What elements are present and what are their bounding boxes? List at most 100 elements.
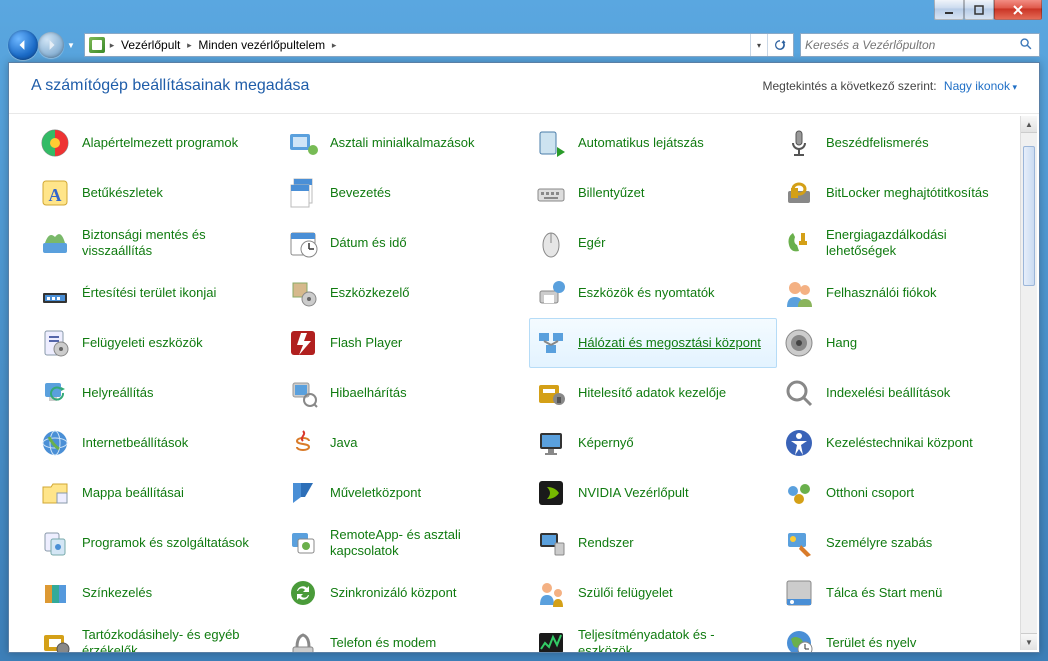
cpl-item-performance[interactable]: Teljesítményadatok és -eszközök (529, 618, 777, 652)
cpl-item-label: Indexelési beállítások (826, 385, 950, 401)
minimize-button[interactable] (934, 0, 964, 20)
cpl-item-gadgets[interactable]: Asztali minialkalmazások (281, 118, 529, 168)
nvidia-icon (534, 476, 568, 510)
cpl-item-sync[interactable]: Szinkronizáló központ (281, 568, 529, 618)
breadcrumb-sep[interactable]: ▸ (107, 40, 117, 51)
maximize-button[interactable] (964, 0, 994, 20)
cpl-item-backup[interactable]: Biztonsági mentés és visszaállítás (33, 218, 281, 268)
cpl-item-network[interactable]: Hálózati és megosztási központ (529, 318, 777, 368)
cpl-item-system[interactable]: Rendszer (529, 518, 777, 568)
cpl-item-label: Betűkészletek (82, 185, 163, 201)
cpl-item-display[interactable]: Képernyő (529, 418, 777, 468)
address-dropdown[interactable]: ▾ (751, 41, 767, 50)
cpl-item-location[interactable]: Tartózkodásihely- és egyéb érzékelők (33, 618, 281, 652)
close-button[interactable] (994, 0, 1042, 20)
breadcrumb-sep[interactable]: ▸ (184, 40, 194, 51)
cpl-item-nvidia[interactable]: NVIDIA Vezérlőpult (529, 468, 777, 518)
cpl-item-flash[interactable]: Flash Player (281, 318, 529, 368)
address-bar[interactable]: ▸ Vezérlőpult ▸ Minden vezérlőpultelem ▸… (84, 33, 794, 57)
devices-printers-icon (534, 276, 568, 310)
view-dropdown[interactable]: Nagy ikonok (944, 79, 1017, 93)
cpl-item-label: NVIDIA Vezérlőpult (578, 485, 689, 501)
cpl-item-indexing[interactable]: Indexelési beállítások (777, 368, 1025, 418)
cpl-item-label: Energiagazdálkodási lehetőségek (826, 227, 1016, 260)
cpl-item-label: Műveletközpont (330, 485, 421, 501)
cpl-item-label: Telefon és modem (330, 635, 436, 651)
cpl-item-phone[interactable]: Telefon és modem (281, 618, 529, 652)
cpl-item-homegroup[interactable]: Otthoni csoport (777, 468, 1025, 518)
scroll-up-button[interactable]: ▲ (1021, 116, 1037, 133)
cpl-item-label: Billentyűzet (578, 185, 644, 201)
default-programs-icon (38, 126, 72, 160)
cpl-item-admin-tools[interactable]: Felügyeleti eszközök (33, 318, 281, 368)
forward-button[interactable] (38, 32, 64, 58)
cpl-item-label: Hitelesítő adatok kezelője (578, 385, 726, 401)
cpl-item-label: Szinkronizáló központ (330, 585, 456, 601)
cpl-item-notification[interactable]: Értesítési terület ikonjai (33, 268, 281, 318)
cpl-item-action-center[interactable]: Műveletközpont (281, 468, 529, 518)
cpl-item-ease-of-access[interactable]: Kezeléstechnikai központ (777, 418, 1025, 468)
cpl-item-programs[interactable]: Programok és szolgáltatások (33, 518, 281, 568)
cpl-item-users[interactable]: Felhasználói fiókok (777, 268, 1025, 318)
search-input[interactable] (805, 38, 1017, 52)
cpl-item-label: Automatikus lejátszás (578, 135, 704, 151)
cpl-item-label: Dátum és idő (330, 235, 407, 251)
cpl-item-fonts[interactable]: A Betűkészletek (33, 168, 281, 218)
cpl-item-folder-options[interactable]: Mappa beállításai (33, 468, 281, 518)
cpl-item-autoplay[interactable]: Automatikus lejátszás (529, 118, 777, 168)
search-box[interactable] (800, 33, 1040, 57)
cpl-item-personalize[interactable]: Személyre szabás (777, 518, 1025, 568)
action-center-icon (286, 476, 320, 510)
cpl-item-color[interactable]: Színkezelés (33, 568, 281, 618)
cpl-item-java[interactable]: Java (281, 418, 529, 468)
fonts-icon: A (38, 176, 72, 210)
cpl-item-taskbar[interactable]: Tálca és Start menü (777, 568, 1025, 618)
cpl-item-internet[interactable]: Internetbeállítások (33, 418, 281, 468)
cpl-item-troubleshoot[interactable]: Hibaelhárítás (281, 368, 529, 418)
cpl-item-parental[interactable]: Szülői felügyelet (529, 568, 777, 618)
cpl-item-bitlocker[interactable]: BitLocker meghajtótitkosítás (777, 168, 1025, 218)
cpl-item-label: Személyre szabás (826, 535, 932, 551)
cpl-item-label: Felhasználói fiókok (826, 285, 937, 301)
cpl-item-label: BitLocker meghajtótitkosítás (826, 185, 989, 201)
taskbar-icon (782, 576, 816, 610)
cpl-item-mouse[interactable]: Egér (529, 218, 777, 268)
cpl-item-default-programs[interactable]: Alapértelmezett programok (33, 118, 281, 168)
cpl-item-label: Bevezetés (330, 185, 391, 201)
cpl-item-label: Felügyeleti eszközök (82, 335, 203, 351)
cpl-item-label: Asztali minialkalmazások (330, 135, 475, 151)
breadcrumb: ▸ Vezérlőpult ▸ Minden vezérlőpultelem ▸ (89, 37, 750, 53)
cpl-item-sound[interactable]: Hang (777, 318, 1025, 368)
cpl-item-recovery[interactable]: Helyreállítás (33, 368, 281, 418)
breadcrumb-sep[interactable]: ▸ (329, 40, 339, 51)
cpl-item-label: Hang (826, 335, 857, 351)
homegroup-icon (782, 476, 816, 510)
breadcrumb-part[interactable]: Minden vezérlőpultelem (194, 38, 329, 52)
scroll-thumb[interactable] (1023, 146, 1035, 286)
cpl-item-power[interactable]: Energiagazdálkodási lehetőségek (777, 218, 1025, 268)
gadgets-icon (286, 126, 320, 160)
cpl-item-device-manager[interactable]: Eszközkezelő (281, 268, 529, 318)
cpl-item-keyboard[interactable]: Billentyűzet (529, 168, 777, 218)
cpl-item-region[interactable]: Terület és nyelv (777, 618, 1025, 652)
view-label: Megtekintés a következő szerint: (762, 79, 936, 93)
refresh-button[interactable] (767, 34, 791, 56)
credentials-icon (534, 376, 568, 410)
device-manager-icon (286, 276, 320, 310)
cpl-item-getting-started[interactable]: Bevezetés (281, 168, 529, 218)
cpl-item-speech[interactable]: Beszédfelismerés (777, 118, 1025, 168)
history-dropdown[interactable]: ▼ (64, 36, 78, 54)
cpl-item-remoteapp[interactable]: RemoteApp- és asztali kapcsolatok (281, 518, 529, 568)
cpl-item-label: Szülői felügyelet (578, 585, 673, 601)
content-header: A számítógép beállításainak megadása Meg… (9, 63, 1039, 114)
cpl-item-devices-printers[interactable]: Eszközök és nyomtatók (529, 268, 777, 318)
scroll-down-button[interactable]: ▼ (1021, 633, 1037, 650)
back-button[interactable] (8, 30, 38, 60)
cpl-item-datetime[interactable]: Dátum és idő (281, 218, 529, 268)
vertical-scrollbar[interactable]: ▲ ▼ (1020, 116, 1037, 650)
breadcrumb-part[interactable]: Vezérlőpult (117, 38, 184, 52)
troubleshoot-icon (286, 376, 320, 410)
mouse-icon (534, 226, 568, 260)
cpl-item-credentials[interactable]: Hitelesítő adatok kezelője (529, 368, 777, 418)
indexing-icon (782, 376, 816, 410)
